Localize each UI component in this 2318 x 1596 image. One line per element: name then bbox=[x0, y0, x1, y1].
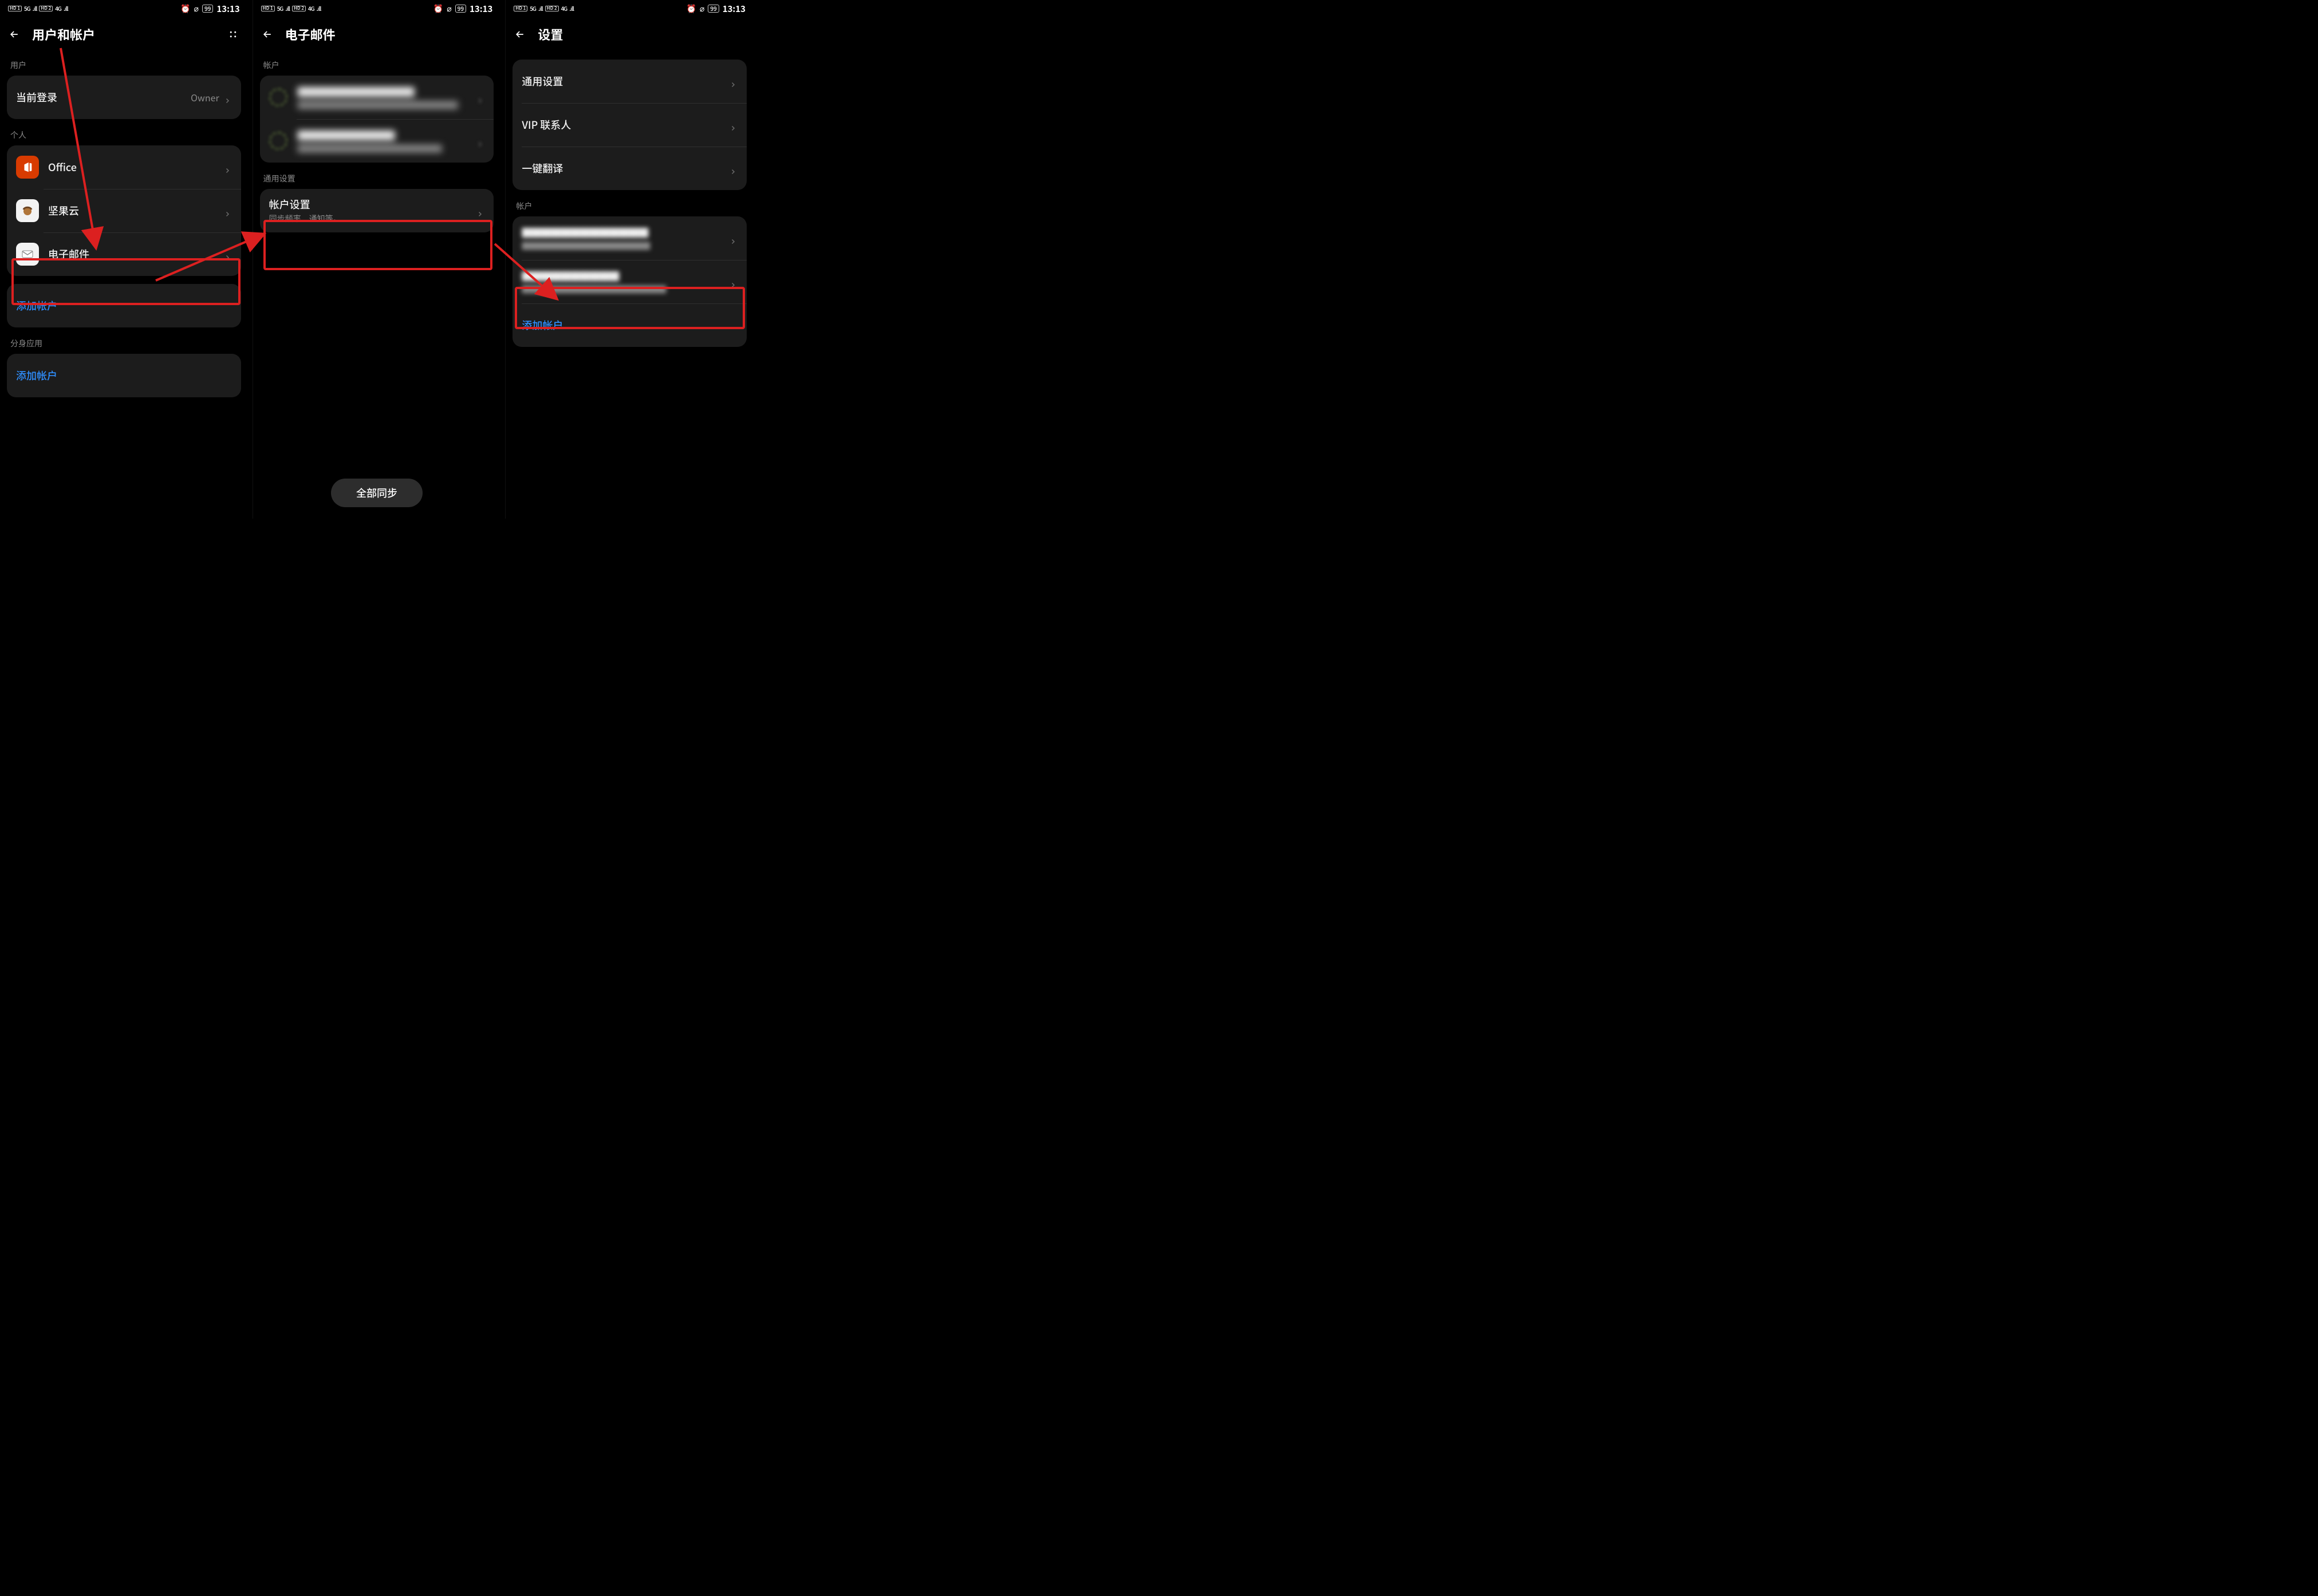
section-general-label: 通用设置 bbox=[263, 173, 491, 184]
hd1-icon: HD 1 bbox=[8, 6, 22, 11]
bluetooth-icon: ⌀ bbox=[194, 3, 199, 14]
settings-account-2[interactable]: ██████████ ██████████████████ bbox=[513, 260, 747, 303]
chevron-right-icon bbox=[224, 207, 232, 215]
header: 设置 bbox=[506, 17, 754, 49]
add-email-account-button[interactable]: 添加帐户 bbox=[513, 303, 747, 347]
bluetooth-icon: ⌀ bbox=[447, 3, 451, 14]
page-title: 用户和帐户 bbox=[32, 25, 95, 44]
email-icon bbox=[16, 243, 39, 266]
email-account-2[interactable]: ██████████ ██████████████████ bbox=[260, 119, 494, 163]
sync-all-button[interactable]: 全部同步 bbox=[331, 479, 423, 507]
section-personal-label: 个人 bbox=[10, 129, 238, 141]
section-accounts-label: 帐户 bbox=[516, 200, 743, 212]
chevron-right-icon bbox=[730, 234, 738, 242]
section-user-label: 用户 bbox=[10, 60, 238, 71]
vip-contacts-row[interactable]: VIP 联系人 bbox=[513, 103, 747, 147]
chevron-right-icon bbox=[730, 77, 738, 85]
status-bar: HD 15G.ıll HD 24G.ıll ⏰ ⌀ 99 13:13 bbox=[506, 0, 754, 17]
hd2-icon: HD 2 bbox=[39, 6, 53, 11]
screen-email-settings: HD 15G.ıll HD 24G.ıll ⏰ ⌀ 99 13:13 电子邮件 … bbox=[253, 0, 501, 519]
bluetooth-icon: ⌀ bbox=[700, 3, 704, 14]
add-account-button[interactable]: 添加帐户 bbox=[7, 284, 241, 327]
office-icon bbox=[16, 156, 39, 179]
clock: 13:13 bbox=[216, 3, 239, 15]
back-button[interactable] bbox=[8, 28, 21, 41]
sync-icon bbox=[269, 132, 287, 150]
chevron-right-icon bbox=[224, 93, 232, 101]
section-accounts-label: 帐户 bbox=[263, 60, 491, 71]
status-bar: HD 1 5G.ıll HD 2 4G.ıll ⏰ ⌀ 99 13:13 bbox=[0, 0, 248, 17]
screen-users-accounts: HD 1 5G.ıll HD 2 4G.ıll ⏰ ⌀ 99 13:13 用户和… bbox=[0, 0, 248, 519]
alarm-icon: ⏰ bbox=[180, 3, 190, 14]
back-button[interactable] bbox=[261, 28, 274, 41]
add-clone-account-button[interactable]: 添加帐户 bbox=[7, 354, 241, 397]
page-title: 电子邮件 bbox=[285, 25, 336, 44]
page-title: 设置 bbox=[538, 25, 563, 44]
settings-account-1[interactable]: █████████████ ████████████████ bbox=[513, 216, 747, 260]
back-button[interactable] bbox=[514, 28, 526, 41]
translate-row[interactable]: 一键翻译 bbox=[513, 147, 747, 190]
nutcloud-row[interactable]: 坚果云 bbox=[7, 189, 241, 232]
chevron-right-icon bbox=[730, 121, 738, 129]
three-screen-tutorial: HD 1 5G.ıll HD 2 4G.ıll ⏰ ⌀ 99 13:13 用户和… bbox=[0, 0, 754, 519]
chevron-right-icon bbox=[730, 164, 738, 172]
current-login-row[interactable]: 当前登录 Owner bbox=[7, 76, 241, 119]
alarm-icon: ⏰ bbox=[686, 3, 696, 14]
sync-icon bbox=[269, 88, 287, 106]
screen-settings: HD 15G.ıll HD 24G.ıll ⏰ ⌀ 99 13:13 设置 通用… bbox=[505, 0, 754, 519]
section-clone-label: 分身应用 bbox=[10, 338, 238, 349]
header: 用户和帐户 bbox=[0, 17, 248, 49]
more-button[interactable] bbox=[226, 27, 240, 41]
nutcloud-icon bbox=[16, 199, 39, 222]
chevron-right-icon bbox=[730, 278, 738, 286]
chevron-right-icon bbox=[476, 207, 484, 215]
email-row[interactable]: 电子邮件 bbox=[7, 232, 241, 276]
header: 电子邮件 bbox=[253, 17, 501, 49]
chevron-right-icon bbox=[224, 250, 232, 258]
account-settings-row[interactable]: 帐户设置 同步频率、通知等。 bbox=[260, 189, 494, 232]
chevron-right-icon bbox=[224, 163, 232, 171]
alarm-icon: ⏰ bbox=[433, 3, 443, 14]
office-row[interactable]: Office bbox=[7, 145, 241, 189]
battery-icon: 99 bbox=[202, 5, 213, 13]
general-settings-row[interactable]: 通用设置 bbox=[513, 60, 747, 103]
status-bar: HD 15G.ıll HD 24G.ıll ⏰ ⌀ 99 13:13 bbox=[253, 0, 501, 17]
email-account-1[interactable]: ████████████ ████████████████████ bbox=[260, 76, 494, 119]
